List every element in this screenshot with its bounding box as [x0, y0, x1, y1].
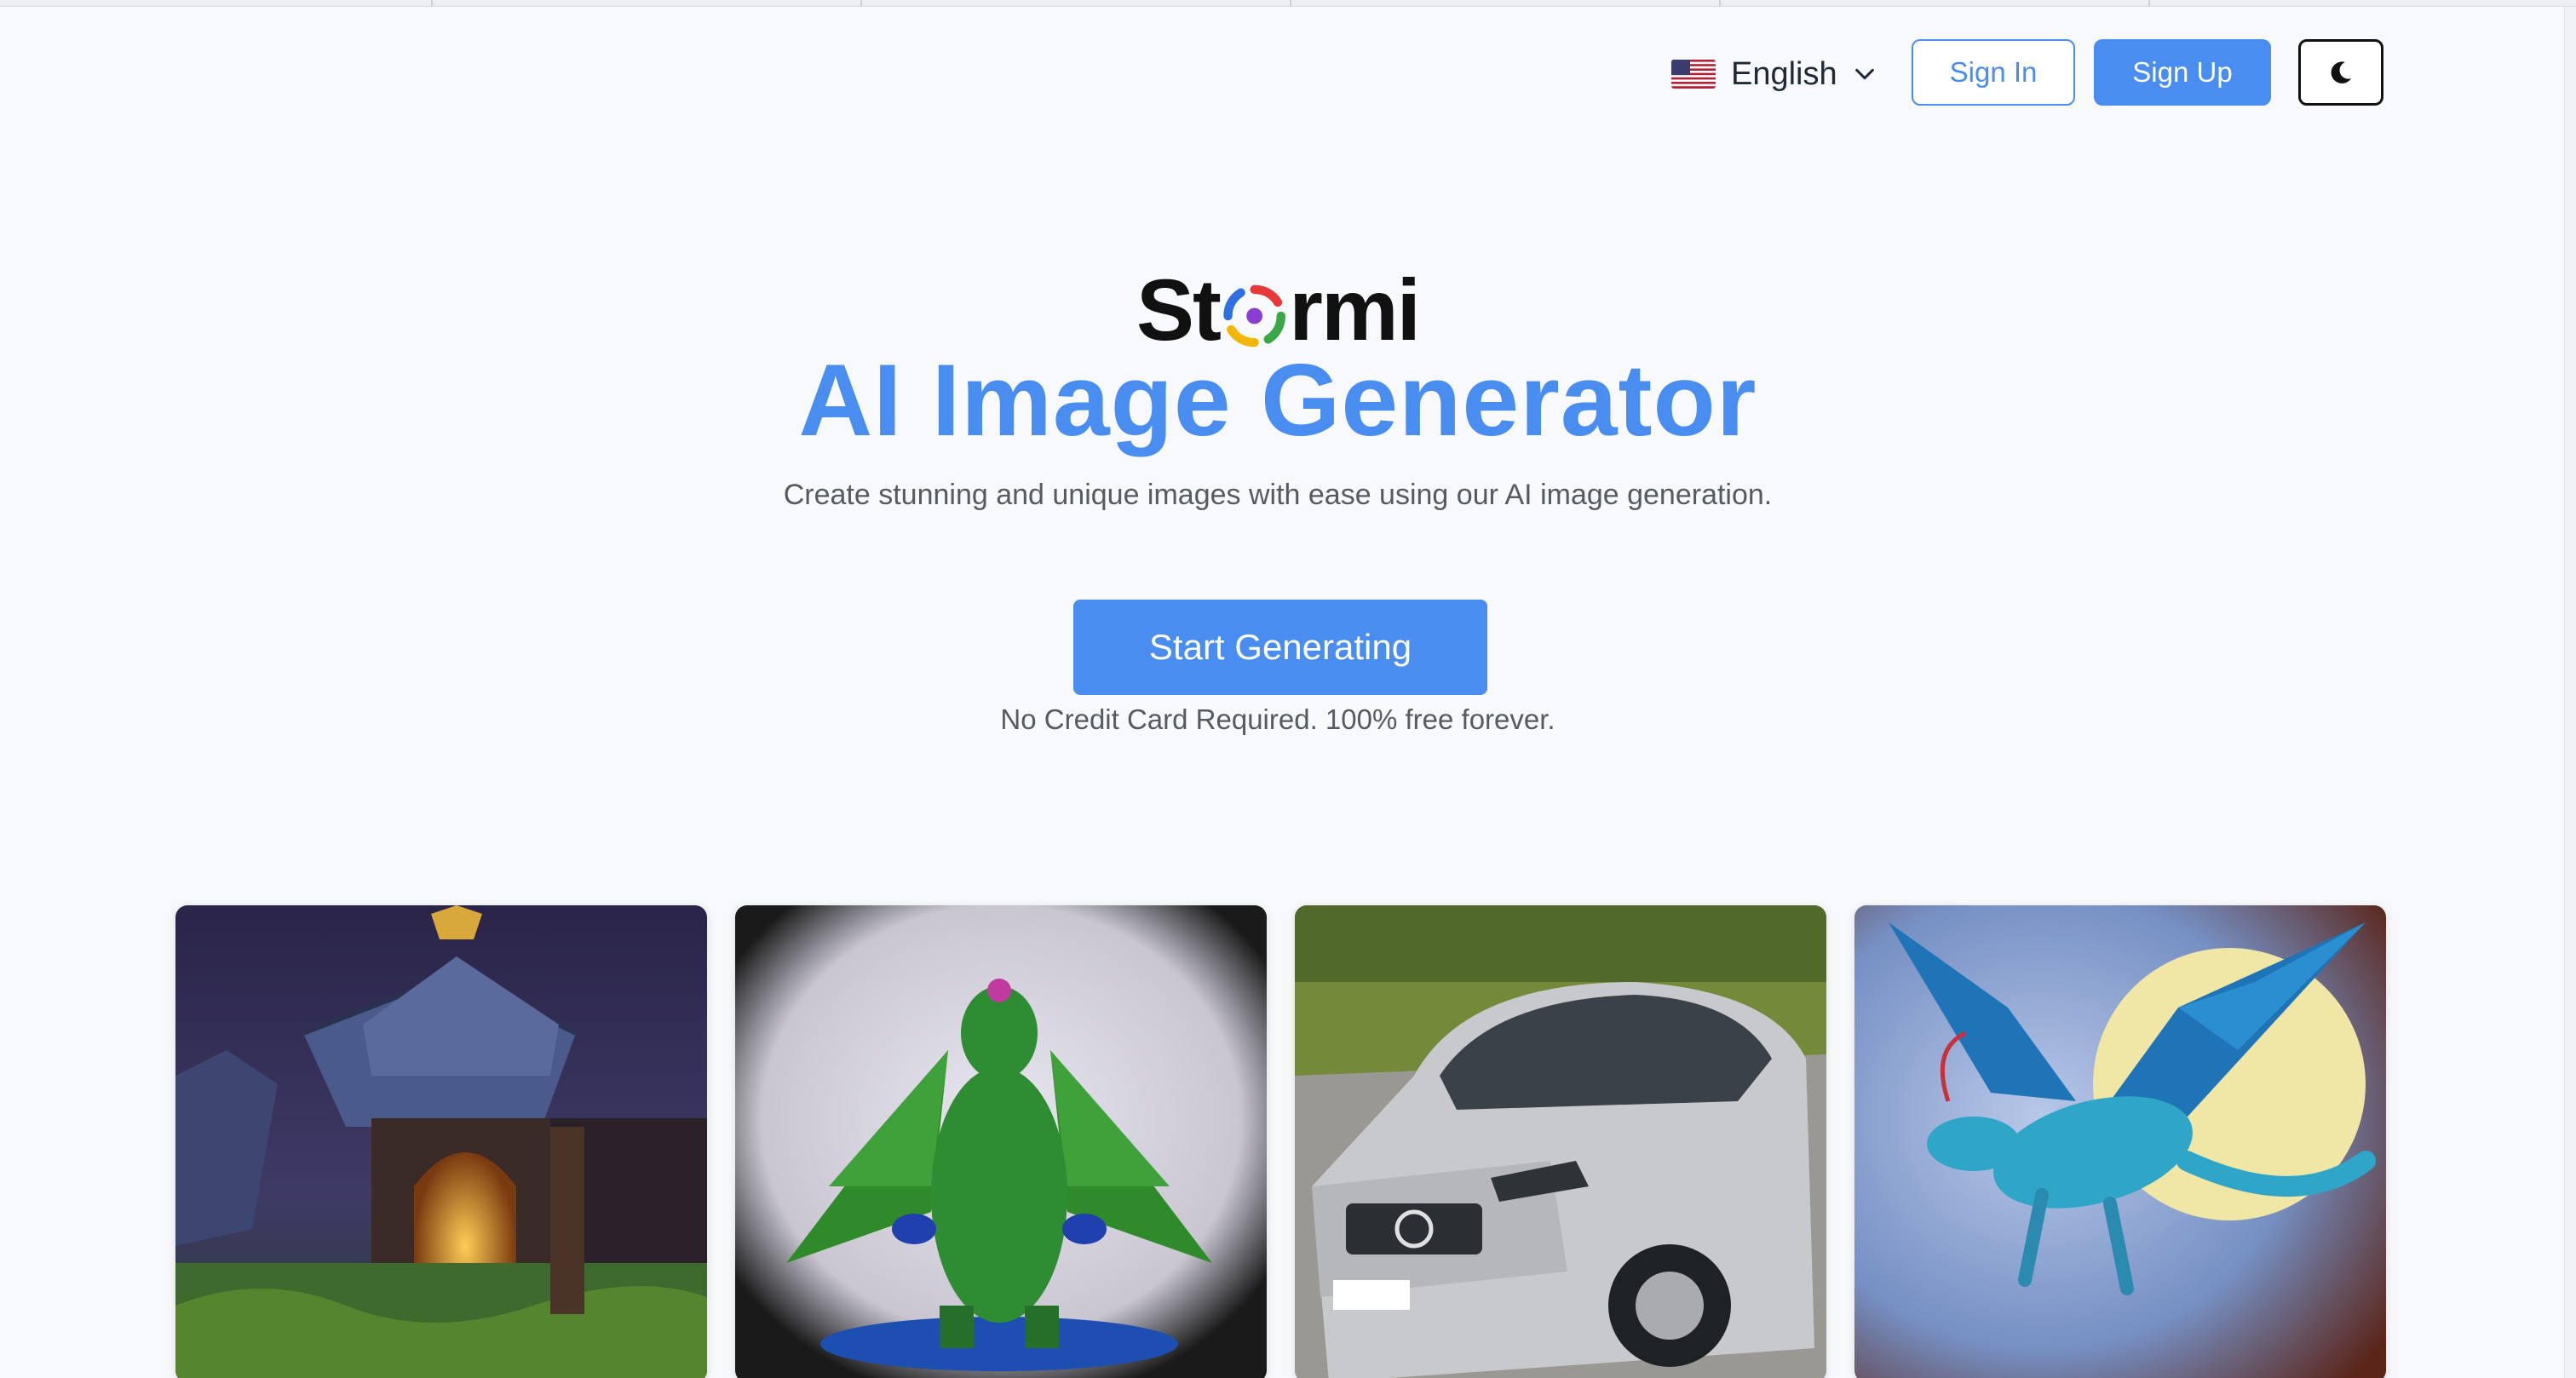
green-dragon-image: [735, 905, 1267, 1378]
page-title: AI Image Generator: [798, 343, 1757, 457]
top-nav: English Sign In Sign Up: [0, 39, 2576, 107]
silver-suv-image: [1295, 905, 1826, 1378]
gallery-card-3[interactable]: [1295, 905, 1826, 1378]
cta-note: No Credit Card Required. 100% free forev…: [1000, 703, 1555, 735]
stormi-logo: St rmi: [1136, 261, 1421, 359]
language-label: English: [1731, 55, 1837, 92]
gallery-card-2[interactable]: [735, 905, 1267, 1378]
chevron-down-icon: [1854, 68, 1874, 80]
sample-gallery: [175, 905, 2386, 1378]
moon-icon: [2331, 61, 2352, 83]
logo-text-left: St: [1136, 261, 1222, 359]
language-selector[interactable]: English: [1671, 53, 1877, 95]
sign-in-button[interactable]: Sign In: [1912, 39, 2075, 106]
us-flag-icon: [1671, 60, 1716, 89]
page-scrollbar[interactable]: [2564, 7, 2576, 1378]
theme-toggle-button[interactable]: [2298, 39, 2383, 106]
hero-subtitle: Create stunning and unique images with e…: [783, 479, 1773, 511]
gallery-card-4[interactable]: [1854, 905, 2386, 1378]
gallery-card-1[interactable]: [175, 905, 707, 1378]
browser-tab-strip: [0, 0, 2576, 7]
fantasy-house-image: [175, 905, 707, 1378]
start-generating-button[interactable]: Start Generating: [1073, 600, 1487, 695]
logo-swirl-icon: [1223, 284, 1285, 347]
logo-text-right: rmi: [1289, 261, 1421, 359]
blue-dragon-moon-image: [1854, 905, 2386, 1378]
sign-up-button[interactable]: Sign Up: [2094, 39, 2271, 106]
